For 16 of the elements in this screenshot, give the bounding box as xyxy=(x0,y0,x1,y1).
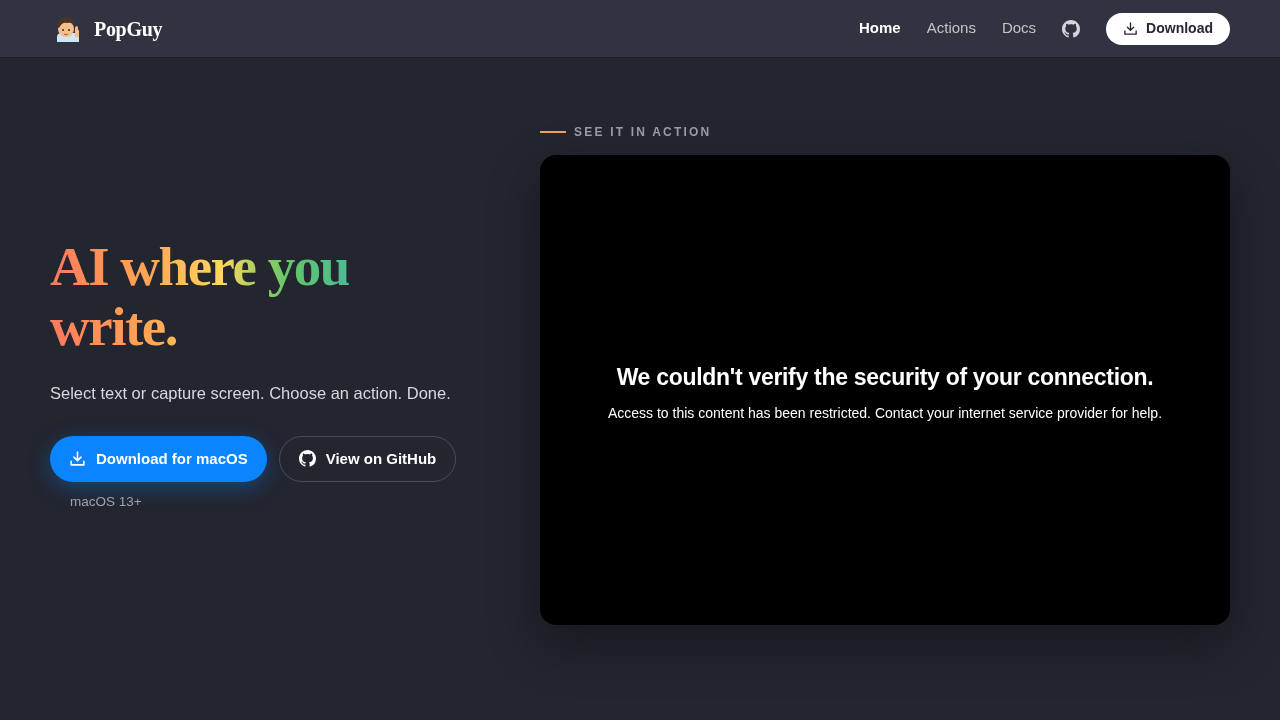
download-button[interactable]: Download for macOS xyxy=(50,435,267,482)
error-title: We couldn't verify the security of your connection. xyxy=(616,363,1154,393)
nav-link[interactable]: Home xyxy=(859,17,901,40)
github-icon xyxy=(298,450,316,468)
requirement-note: macOS 13+ xyxy=(70,492,143,511)
download-icon xyxy=(69,450,86,468)
download-button[interactable]: Download xyxy=(1106,12,1230,45)
hero-subtitle: Select text or capture screen. Choose an action. Done. xyxy=(50,383,452,404)
nav-link[interactable]: Actions xyxy=(926,17,976,40)
section-label: SEE IT IN ACTION xyxy=(574,124,712,141)
download-icon xyxy=(1123,21,1139,36)
nav-link[interactable]: Docs xyxy=(1001,17,1037,40)
error-message: Access to this content has been restricted. Contact your internet service provider for help. xyxy=(607,403,1163,423)
brand-name[interactable]: PopGuy xyxy=(94,13,163,44)
github-icon[interactable] xyxy=(1062,19,1081,38)
cartoon-head-icon[interactable] xyxy=(54,14,82,43)
